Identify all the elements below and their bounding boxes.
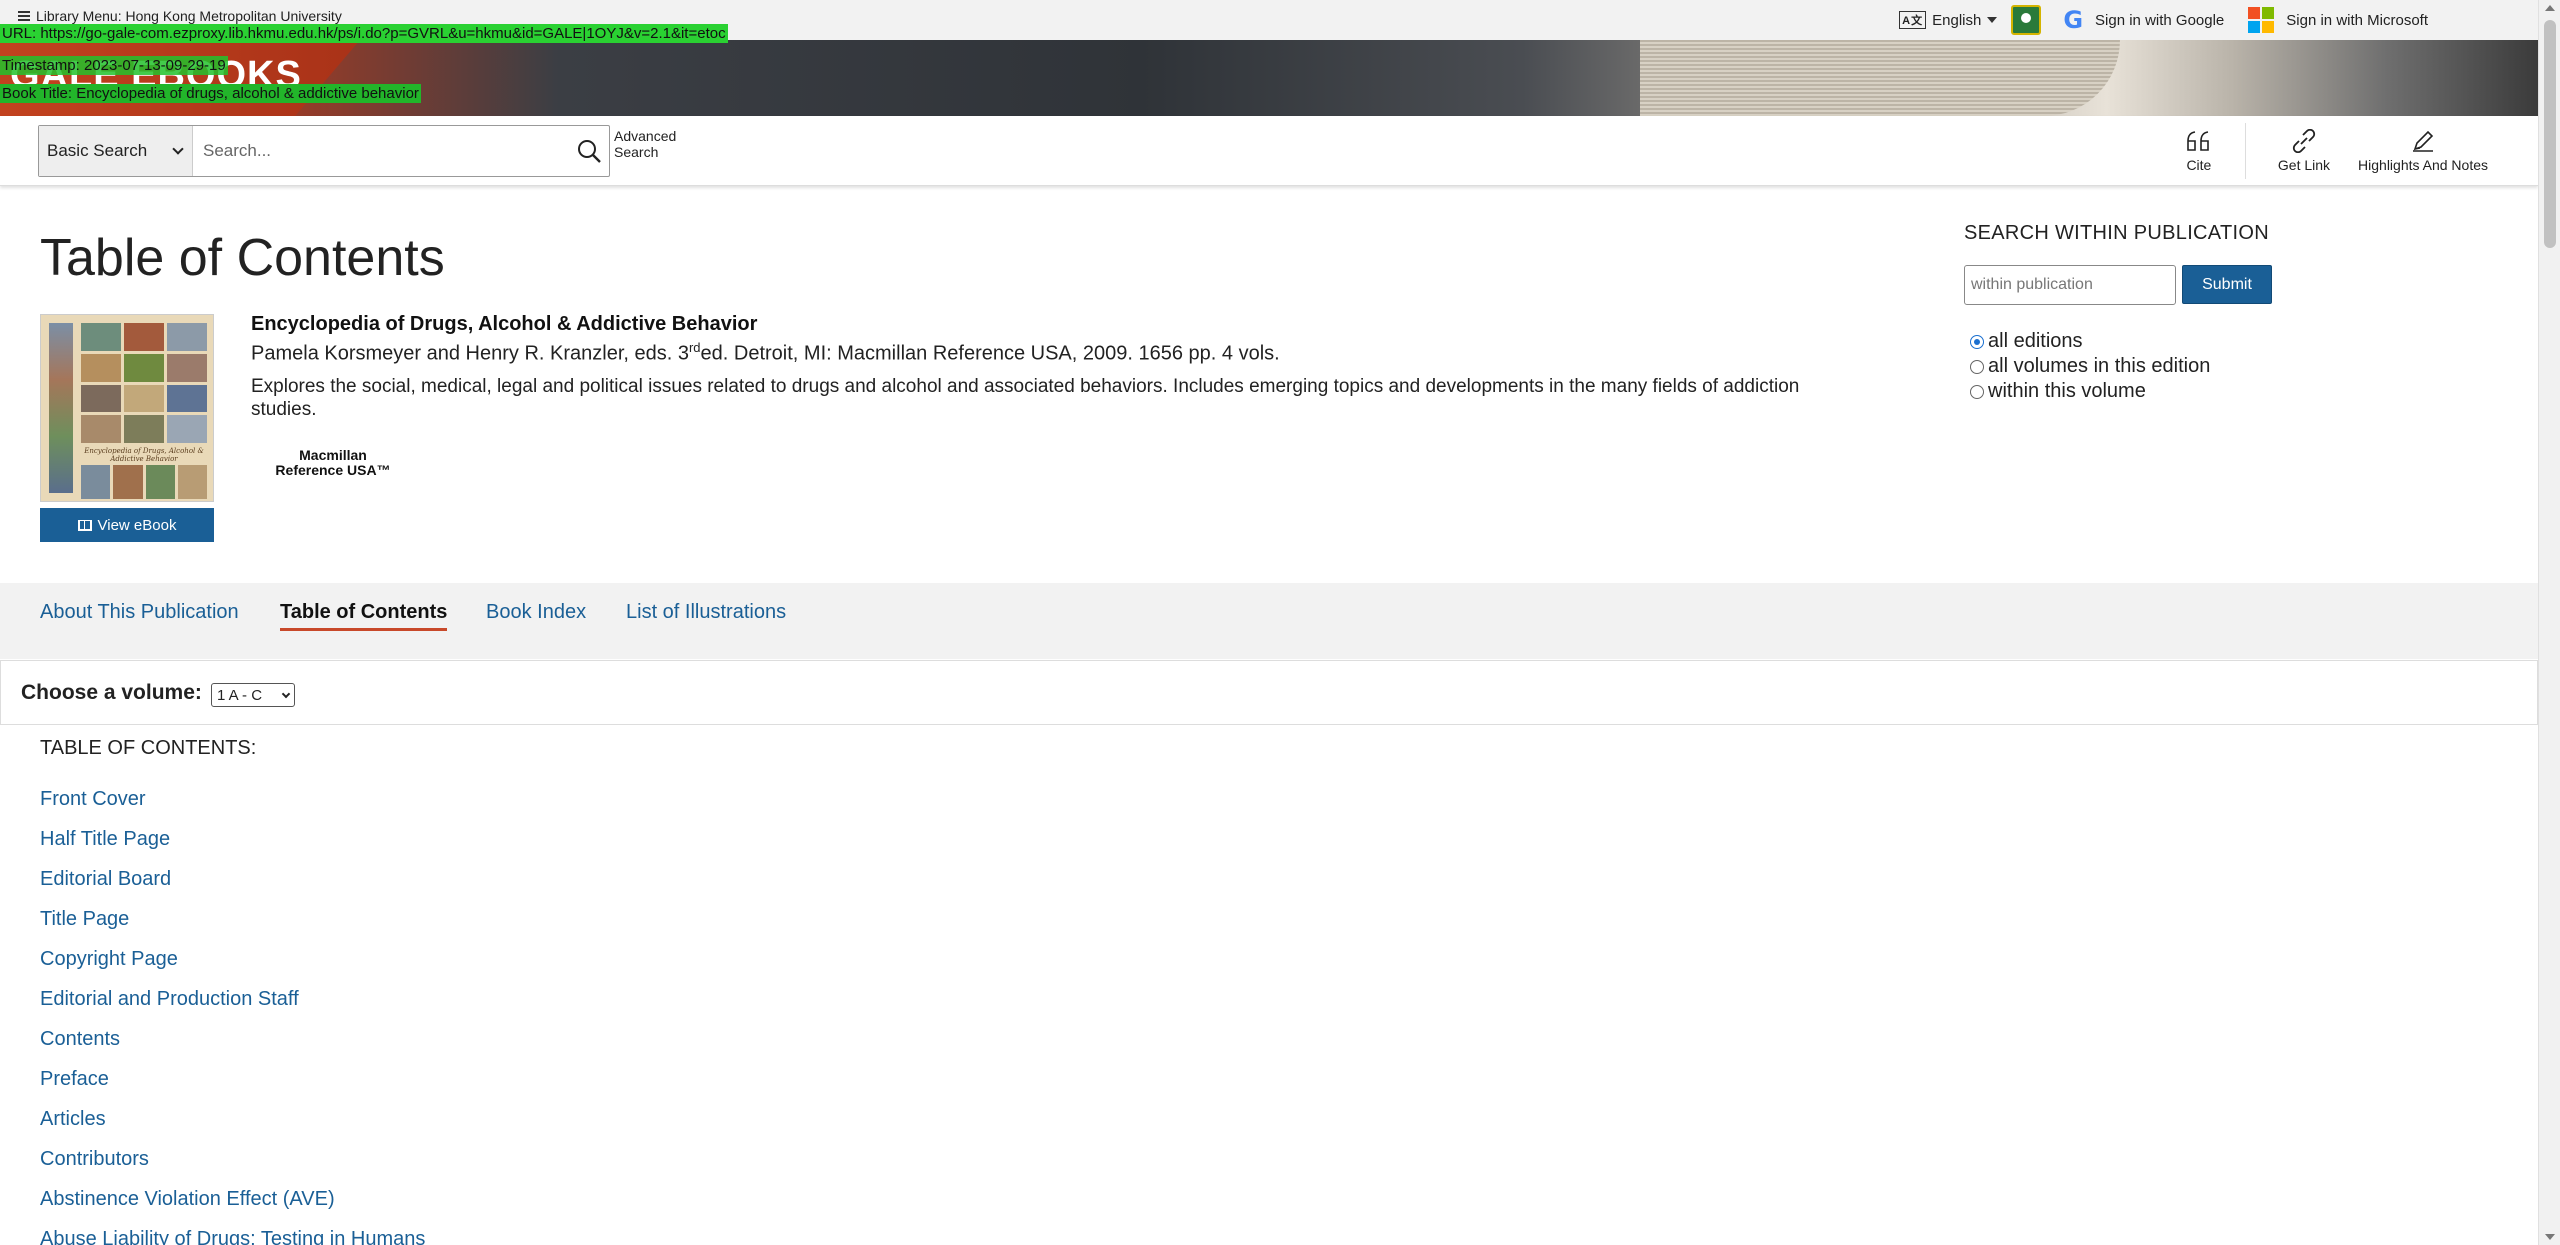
library-menu-label: Library Menu: Hong Kong Metropolitan Uni… [36, 8, 342, 24]
language-selector[interactable]: A文 English [1899, 11, 1998, 29]
sign-in-google-button[interactable]: G Sign in with Google [2063, 6, 2224, 34]
library-menu[interactable]: Library Menu: Hong Kong Metropolitan Uni… [18, 8, 342, 24]
sign-in-google-label: Sign in with Google [2095, 11, 2225, 29]
toc-item[interactable]: Editorial and Production Staff [40, 986, 425, 1026]
get-link-button[interactable]: Get Link [2264, 129, 2344, 173]
view-ebook-label: View eBook [97, 516, 177, 534]
toc-item[interactable]: Abuse Liability of Drugs: Testing in Hum… [40, 1226, 425, 1245]
microsoft-icon [2248, 7, 2275, 33]
chevron-down-icon [172, 143, 184, 155]
radio-unselected-icon [1970, 384, 1984, 399]
publication-title: Encyclopedia of Drugs, Alcohol & Addicti… [251, 313, 758, 335]
publication-tabs: About This Publication Table of Contents… [0, 583, 2538, 659]
google-classroom-icon[interactable] [2011, 5, 2042, 35]
caret-down-icon [1987, 17, 1998, 23]
scroll-down-arrow-icon[interactable] [2545, 1234, 2555, 1240]
citation-text: Pamela Korsmeyer and Henry R. Kranzler, … [251, 342, 689, 365]
radio-label: all editions [1988, 330, 2083, 352]
cover-title: Encyclopedia of Drugs, Alcohol & Addicti… [84, 447, 204, 463]
cover-photo-grid [81, 323, 207, 443]
volume-chooser: Choose a volume: 1 A - C [0, 660, 2538, 725]
toc-list: Front Cover Half Title Page Editorial Bo… [40, 786, 425, 1245]
toc-item[interactable]: Contributors [40, 1146, 425, 1186]
header-banner: GALE EBOOKS [0, 40, 2538, 116]
volume-label: Choose a volume: [21, 681, 202, 704]
radio-all-volumes[interactable]: all volumes in this edition [1970, 355, 2210, 378]
search-type-label: Basic Search [47, 141, 148, 160]
toc-heading: TABLE OF CONTENTS: [40, 737, 257, 759]
scrollbar-thumb[interactable] [2544, 20, 2556, 248]
chevron-down-icon [281, 689, 291, 698]
search-toolbar: Basic Search Advanced Search Cite Get Li… [0, 116, 2538, 186]
search-type-select[interactable]: Basic Search [39, 126, 193, 176]
toc-item[interactable]: Articles [40, 1106, 425, 1146]
account-area: A文 English G Sign in with Google Sign in… [1899, 0, 2538, 40]
cover-spine-strip [49, 323, 73, 493]
translate-icon: A文 [1899, 11, 1927, 29]
radio-label: all volumes in this edition [1988, 355, 2211, 377]
publication-citation: Pamela Korsmeyer and Henry R. Kranzler, … [251, 340, 1280, 366]
overlay-timestamp: Timestamp: 2023-07-13-09-29-19 [0, 56, 228, 75]
cover-photo-strip [81, 465, 207, 499]
sign-in-microsoft-button[interactable]: Sign in with Microsoft [2248, 7, 2428, 33]
search-button[interactable] [569, 126, 609, 176]
search-within-heading: SEARCH WITHIN PUBLICATION [1964, 222, 2269, 244]
tab-list-of-illustrations[interactable]: List of Illustrations [626, 601, 786, 628]
radio-within-volume[interactable]: within this volume [1970, 380, 2146, 403]
language-label: English [1932, 11, 1982, 29]
toc-item[interactable]: Front Cover [40, 786, 425, 826]
menu-icon [18, 11, 30, 21]
tool-divider [2244, 123, 2246, 179]
radio-unselected-icon [1970, 359, 1984, 374]
quote-icon [2187, 131, 2209, 151]
cite-button[interactable]: Cite [2171, 129, 2227, 173]
toc-item[interactable]: Title Page [40, 906, 425, 946]
toc-item[interactable]: Copyright Page [40, 946, 425, 986]
get-link-label: Get Link [2277, 157, 2331, 173]
tools-group: Cite Get Link Highlights And Notes [2171, 116, 2502, 186]
view-ebook-button[interactable]: View eBook [40, 508, 214, 542]
volume-selected-value: 1 A - C [217, 686, 263, 704]
highlights-notes-label: Highlights And Notes [2358, 157, 2488, 173]
cite-label: Cite [2186, 157, 2212, 173]
tab-about-publication[interactable]: About This Publication [40, 601, 239, 628]
search-icon [578, 140, 601, 163]
overlay-url: URL: https://go-gale-com.ezproxy.lib.hkm… [0, 24, 728, 43]
highlights-notes-button[interactable]: Highlights And Notes [2344, 129, 2502, 173]
tab-book-index[interactable]: Book Index [486, 601, 586, 628]
toc-item[interactable]: Half Title Page [40, 826, 425, 866]
banner-book-image [1640, 40, 2120, 116]
overlay-book-title: Book Title: Encyclopedia of drugs, alcoh… [0, 84, 421, 103]
edition-suffix: rd [688, 340, 701, 355]
link-icon [2292, 129, 2316, 153]
tab-table-of-contents[interactable]: Table of Contents [280, 601, 448, 631]
page-scrollbar[interactable] [2538, 0, 2560, 1245]
volume-select[interactable]: 1 A - C [211, 683, 295, 707]
pen-icon [2413, 130, 2434, 152]
book-cover-image[interactable]: Encyclopedia of Drugs, Alcohol & Addicti… [40, 314, 214, 502]
search-within-input[interactable] [1964, 265, 2176, 305]
radio-label: within this volume [1988, 380, 2146, 402]
toc-item[interactable]: Preface [40, 1066, 425, 1106]
toc-item[interactable]: Contents [40, 1026, 425, 1066]
scroll-up-arrow-icon[interactable] [2545, 5, 2555, 11]
book-open-icon [77, 519, 92, 531]
toc-item[interactable]: Abstinence Violation Effect (AVE) [40, 1186, 425, 1226]
advanced-search-link[interactable]: Advanced Search [614, 128, 684, 160]
sign-in-microsoft-label: Sign in with Microsoft [2286, 11, 2428, 29]
search-box: Basic Search [38, 125, 610, 177]
page-title: Table of Contents [40, 229, 445, 287]
radio-all-editions[interactable]: all editions [1970, 330, 2083, 353]
citation-text-rest: ed. Detroit, MI: Macmillan Reference USA… [700, 342, 1280, 365]
toc-item[interactable]: Editorial Board [40, 866, 425, 906]
publication-description: Explores the social, medical, legal and … [251, 376, 1800, 420]
search-input[interactable] [193, 126, 569, 176]
search-within-submit-button[interactable]: Submit [2182, 265, 2272, 304]
google-icon: G [2063, 6, 2084, 34]
publisher-logo: Macmillan Reference USA™ [275, 447, 391, 478]
radio-selected-icon [1970, 334, 1984, 349]
